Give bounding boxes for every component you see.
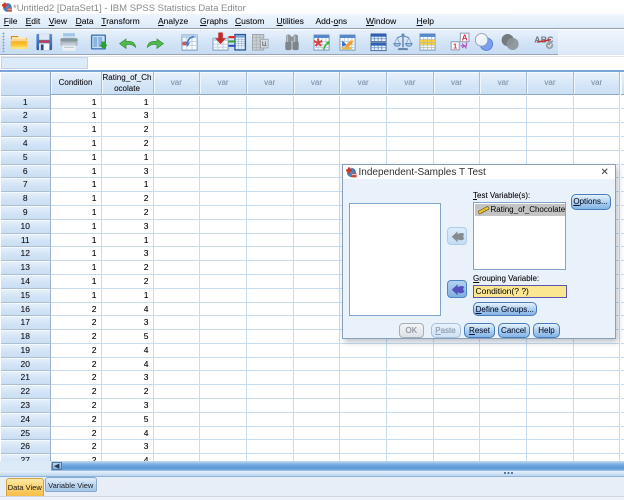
svg-text:A: A <box>462 33 468 42</box>
svg-text:1: 1 <box>453 41 457 50</box>
